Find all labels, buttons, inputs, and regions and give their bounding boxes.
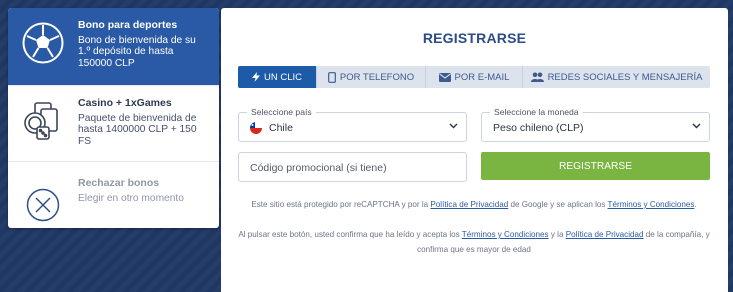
tab-phone[interactable]: POR TELEFONO — [317, 66, 426, 88]
country-label: Seleccione país — [247, 107, 316, 117]
privacy-policy-link[interactable]: Política de Privacidad — [430, 200, 508, 209]
casino-cards-dice-icon — [20, 98, 66, 144]
terms-link[interactable]: Términos y Condiciones — [608, 200, 695, 209]
page-title: REGISTRARSE — [422, 30, 527, 46]
notice-text: Este sitio está protegido por reCAPTCHA … — [251, 200, 431, 209]
tab-label: POR TELEFONO — [339, 71, 415, 83]
bonus-option-sports[interactable]: Bono para deportes Bono de bienvenida de… — [8, 8, 219, 86]
promo-code-input[interactable]: Código promocional (si tiene) — [238, 152, 467, 182]
phone-icon — [327, 71, 336, 83]
tab-one-click[interactable]: UN CLIC — [238, 66, 317, 88]
bonus-title: Rechazar bonos — [78, 177, 160, 189]
currency-value: Peso chileno (CLP) — [493, 122, 584, 134]
currency-label: Seleccione la moneda — [490, 107, 583, 117]
bonus-option-reject[interactable]: Rechazar bonos Elegir en otro momento — [8, 162, 219, 228]
bonus-description: Bono de bienvenida de su 1.º depósito de… — [78, 34, 196, 69]
bonus-title: Bono para deportes — [78, 19, 178, 31]
tab-label: POR E-MAIL — [454, 71, 510, 83]
envelope-icon — [438, 72, 451, 82]
chile-flag-icon — [250, 122, 262, 134]
chevron-down-icon — [692, 123, 701, 129]
bonus-description: Elegir en otro momento — [78, 192, 184, 204]
terms-link[interactable]: Términos y Condiciones — [462, 230, 549, 239]
soccer-ball-icon — [20, 20, 66, 66]
close-circle-icon — [20, 182, 66, 228]
country-select[interactable]: Seleccione país Chile — [238, 107, 467, 142]
notice-text: Al pulsar este botón, usted confirma que… — [238, 230, 462, 239]
registration-panel: REGISTRARSE UN CLIC POR TELEFONO POR E-M… — [221, 8, 728, 292]
notice-text: de Google y se aplican los — [508, 200, 608, 209]
register-button[interactable]: REGISTRARSE — [481, 152, 710, 180]
bonus-description: Paquete de bienvenida de hasta 1400000 C… — [78, 112, 197, 147]
notice-text: y la — [548, 230, 566, 239]
people-icon — [530, 72, 544, 82]
registration-tabs: UN CLIC POR TELEFONO POR E-MAIL REDES SO… — [238, 66, 710, 88]
currency-select[interactable]: Seleccione la moneda Peso chileno (CLP) — [481, 107, 710, 142]
notice-text: . — [694, 200, 697, 209]
tab-email[interactable]: POR E-MAIL — [426, 66, 523, 88]
tab-label: REDES SOCIALES Y MENSAJERÍA — [547, 71, 703, 83]
tab-label: UN CLIC — [263, 71, 302, 83]
bonus-panel: Bono para deportes Bono de bienvenida de… — [8, 8, 219, 228]
lightning-icon — [251, 72, 260, 82]
chevron-down-icon — [449, 123, 458, 129]
tab-social[interactable]: REDES SOCIALES Y MENSAJERÍA — [523, 66, 710, 88]
bonus-title: Casino + 1xGames — [78, 97, 172, 109]
country-value: Chile — [269, 122, 293, 134]
bonus-option-casino[interactable]: Casino + 1xGames Paquete de bienvenida d… — [8, 86, 219, 162]
confirm-notice: Al pulsar este botón, usted confirma que… — [238, 227, 710, 257]
recaptcha-notice: Este sitio está protegido por reCAPTCHA … — [238, 197, 710, 212]
privacy-policy-link[interactable]: Política de Privacidad — [566, 230, 644, 239]
